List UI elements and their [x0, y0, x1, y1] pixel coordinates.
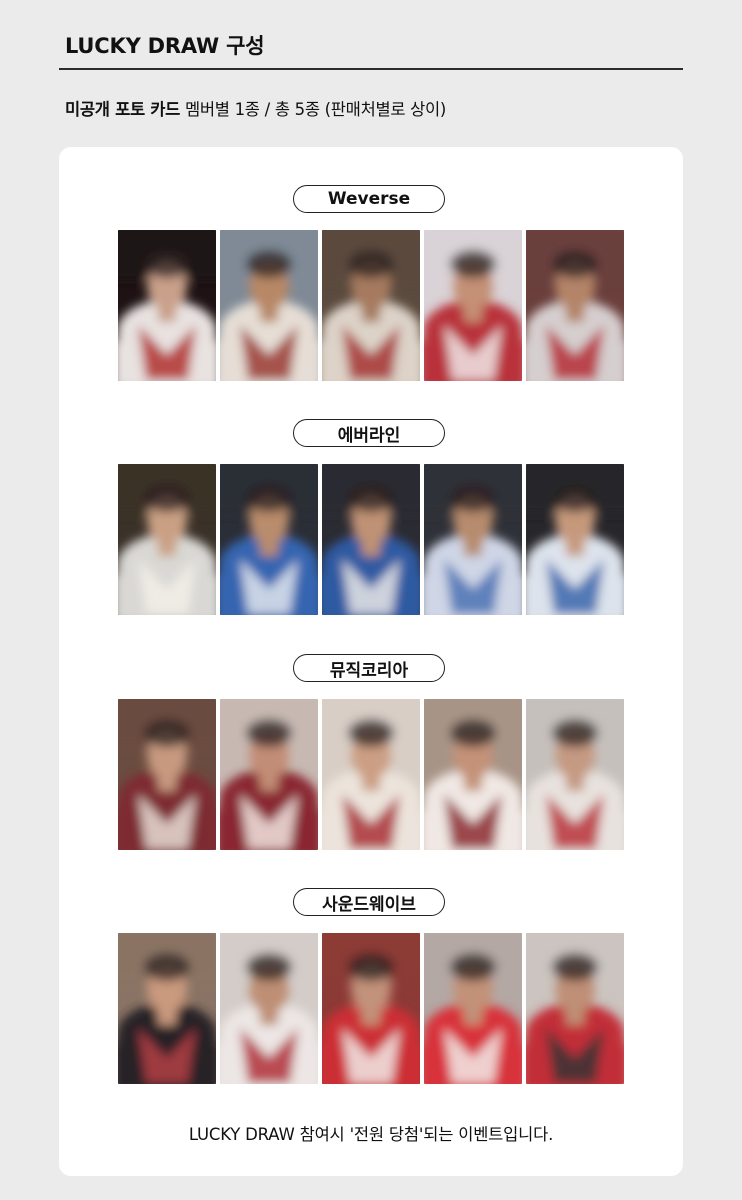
store-label-everline: 에버라인: [293, 419, 445, 447]
photocard-image: [322, 933, 420, 1084]
subtitle-strong: 미공개 포토 카드: [65, 100, 181, 119]
photocard-image: [118, 699, 216, 850]
photocard-image: [526, 230, 624, 381]
store-section-weverse: Weverse: [59, 185, 683, 385]
store-section-soundwave: 사운드웨이브: [59, 888, 683, 1088]
store-label-musickorea: 뮤직코리아: [293, 654, 445, 682]
photocard-panel: Weverse 에버라인 뮤직코리아 사운드웨이브 LUCKY DRAW 참여시…: [59, 147, 683, 1176]
photocard-image: [220, 230, 318, 381]
photocard-image: [322, 230, 420, 381]
photocard-image: [424, 933, 522, 1084]
photocard-image: [118, 230, 216, 381]
store-label-soundwave: 사운드웨이브: [293, 888, 445, 916]
photocard-image: [526, 933, 624, 1084]
photocard-image: [220, 933, 318, 1084]
store-section-musickorea: 뮤직코리아: [59, 654, 683, 854]
photocard-image: [220, 699, 318, 850]
photocard-image: [526, 464, 624, 615]
photocard-image: [424, 230, 522, 381]
photocard-image: [424, 699, 522, 850]
event-note: LUCKY DRAW 참여시 '전원 당첨'되는 이벤트입니다.: [188, 1125, 554, 1144]
subtitle-normal: 멤버별 1종 / 총 5종 (판매처별로 상이): [180, 100, 447, 119]
subtitle: 미공개 포토 카드 멤버별 1종 / 총 5종 (판매처별로 상이): [65, 96, 446, 120]
photocard-image: [322, 699, 420, 850]
photocard-image: [118, 464, 216, 615]
photo-row: [118, 933, 624, 1084]
photocard-image: [322, 464, 420, 615]
photo-row: [118, 464, 624, 615]
store-section-everline: 에버라인: [59, 419, 683, 619]
store-label-weverse: Weverse: [293, 185, 445, 213]
photocard-image: [424, 464, 522, 615]
title-divider: [59, 68, 683, 70]
photocard-image: [118, 933, 216, 1084]
photo-row: [118, 699, 624, 850]
page-title: LUCKY DRAW 구성: [65, 34, 265, 58]
photo-row: [118, 230, 624, 381]
photocard-image: [220, 464, 318, 615]
photocard-image: [526, 699, 624, 850]
